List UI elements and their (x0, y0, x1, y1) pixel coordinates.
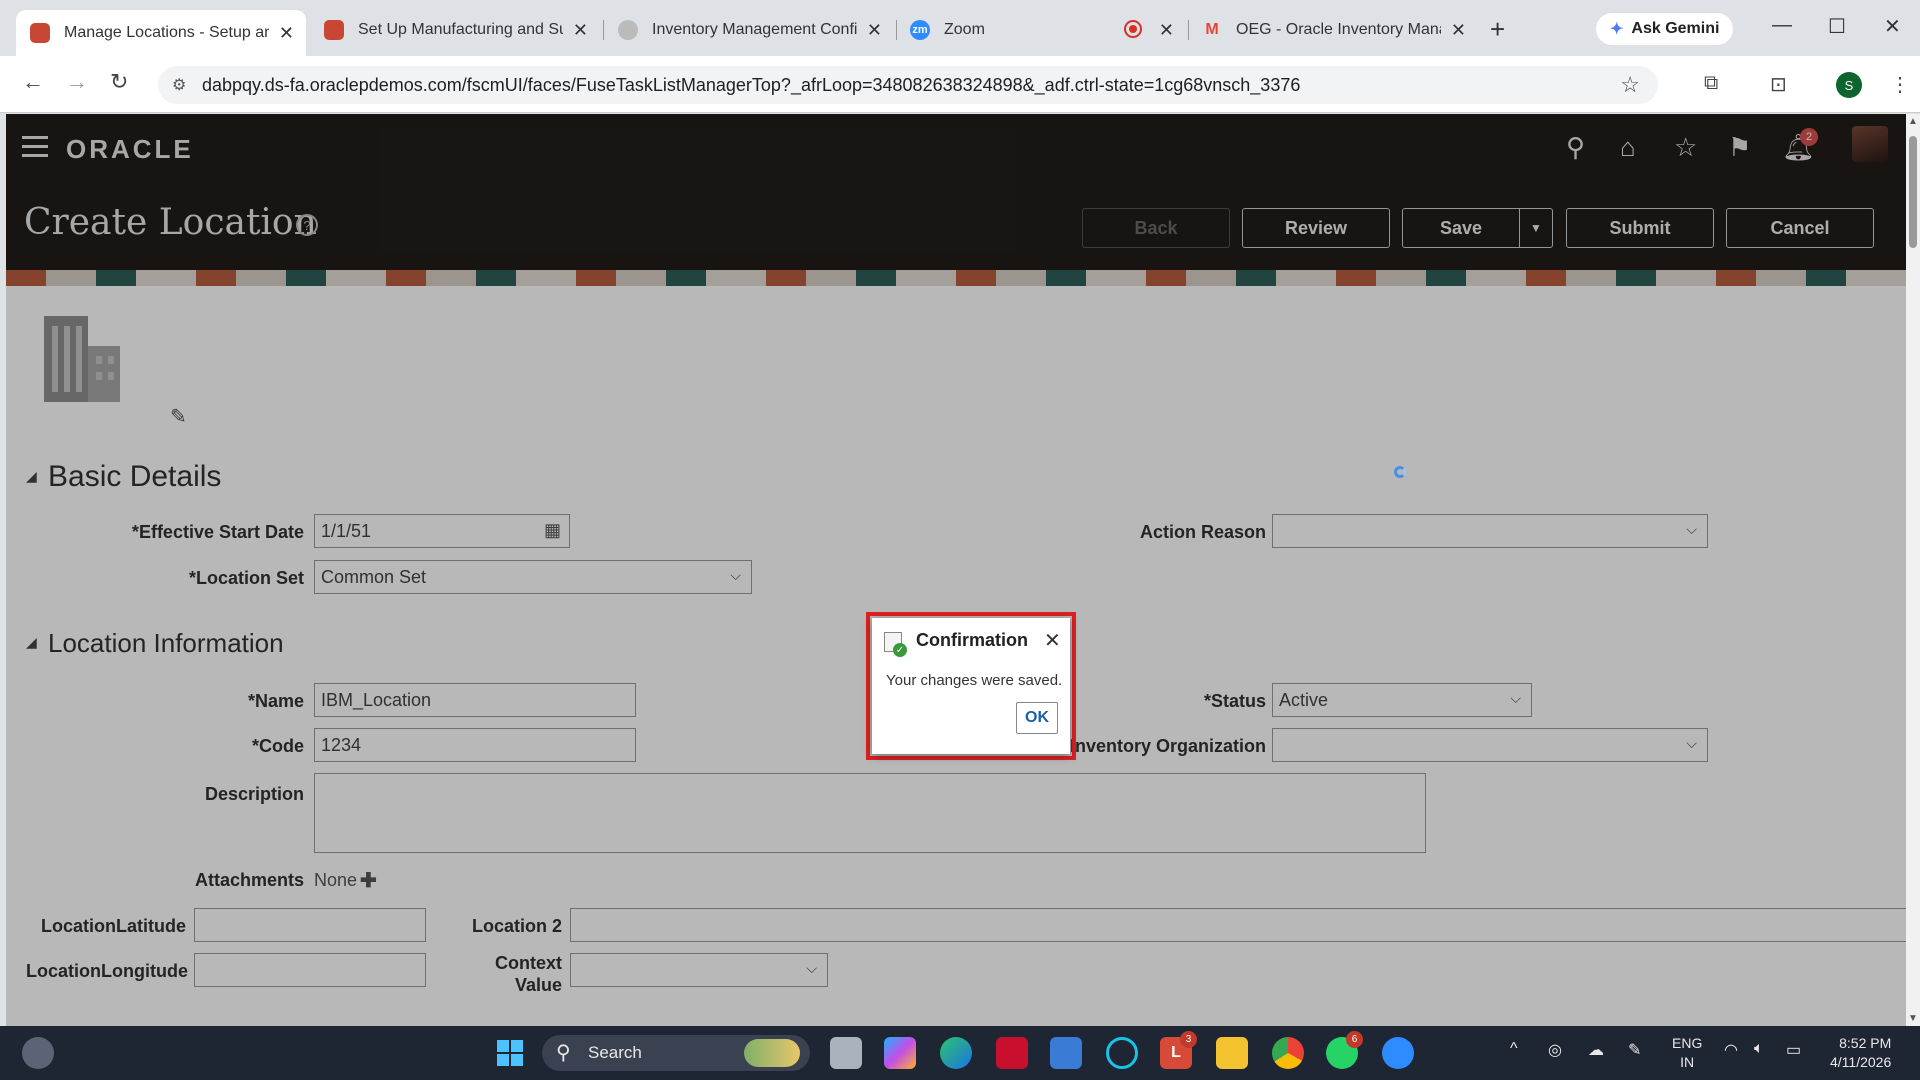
tab-title: Manage Locations - Setup and (64, 24, 269, 41)
close-tab-icon[interactable]: ✕ (867, 20, 882, 41)
taskbar-search-label: Search (588, 1043, 642, 1062)
search-highlight-image (744, 1039, 800, 1067)
task-view-icon[interactable] (830, 1037, 862, 1069)
clock-time: 8:52 PM (1839, 1035, 1892, 1051)
oracle-favicon-icon (30, 23, 50, 43)
clock-date: 4/11/2026 (1830, 1054, 1892, 1070)
site-info-icon[interactable]: ⚙ (172, 75, 186, 95)
tab-search-icon[interactable]: ⊡ (1770, 72, 1787, 97)
onedrive-icon[interactable]: ☁ (1588, 1040, 1604, 1060)
gemini-sparkle-icon: ✦ (1610, 21, 1624, 38)
edge-browser-icon[interactable] (940, 1037, 972, 1069)
tab-inventory-config[interactable]: Inventory Management Config ✕ (604, 10, 894, 50)
region-code: IN (1680, 1054, 1695, 1070)
taskbar-search-box[interactable]: ⚲ Search (542, 1035, 810, 1071)
language-indicator[interactable]: ENG IN (1672, 1034, 1702, 1072)
file-explorer-icon[interactable] (1216, 1037, 1248, 1069)
tab-title: Set Up Manufacturing and Sup (358, 21, 563, 38)
extensions-icon[interactable]: ⧉ (1704, 72, 1718, 95)
chrome-icon[interactable] (1272, 1037, 1304, 1069)
forward-arrow-icon[interactable]: → (66, 69, 88, 95)
loading-spinner-icon (1394, 466, 1406, 478)
tab-zoom[interactable]: zm Zoom ✕ (896, 10, 1186, 50)
tray-app-icon[interactable]: ◎ (1548, 1040, 1562, 1060)
tab-title: OEG - Oracle Inventory Manag (1236, 21, 1441, 38)
gmail-favicon-icon: M (1205, 21, 1219, 38)
whatsapp-badge: 6 (1346, 1031, 1363, 1048)
dialog-message: Your changes were saved. (886, 672, 1063, 689)
close-tab-icon[interactable]: ✕ (573, 20, 588, 41)
page-scrollbar[interactable]: ▲ ▼ (1906, 114, 1920, 1026)
more-menu-icon[interactable]: ⋮ (1890, 72, 1910, 97)
ok-button[interactable]: OK (1016, 702, 1058, 734)
back-arrow-icon[interactable]: ← (22, 69, 44, 95)
microsoft-store-icon[interactable] (1050, 1037, 1082, 1069)
oracle-app: ORACLE ⚲ ⌂ ☆ ⚑ 🔔︎ 2 Create Location ? Ba… (6, 114, 1906, 1026)
volume-icon[interactable]: 🔈︎ (1754, 1040, 1764, 1058)
copilot-icon[interactable] (884, 1037, 916, 1069)
recording-icon (1124, 20, 1142, 38)
reload-icon[interactable]: ↻ (110, 69, 128, 95)
browser-tab-strip: Manage Locations - Setup and ✕ Set Up Ma… (0, 0, 1920, 56)
zoom-app-icon[interactable] (1382, 1037, 1414, 1069)
pen-input-icon[interactable]: ✎ (1628, 1040, 1641, 1060)
profile-avatar[interactable]: S (1836, 72, 1862, 98)
tab-setup-manufacturing[interactable]: Set Up Manufacturing and Sup ✕ (310, 10, 600, 50)
modal-overlay (6, 114, 1906, 1026)
search-icon: ⚲ (556, 1042, 571, 1064)
scroll-up-arrow-icon[interactable]: ▲ (1908, 116, 1918, 127)
close-window-icon[interactable]: ✕ (1884, 14, 1901, 39)
document-check-icon: ✓ (884, 632, 907, 657)
tab-manage-locations[interactable]: Manage Locations - Setup and ✕ (16, 10, 306, 56)
close-tab-icon[interactable]: ✕ (1159, 20, 1174, 41)
close-tab-icon[interactable]: ✕ (1451, 20, 1466, 41)
new-tab-button[interactable]: + (1490, 14, 1505, 45)
minimize-icon[interactable]: — (1772, 14, 1792, 37)
oracle-favicon-icon (324, 20, 344, 40)
tab-oeg-oracle-inventory[interactable]: M OEG - Oracle Inventory Manag ✕ (1188, 10, 1478, 50)
scroll-thumb[interactable] (1909, 136, 1917, 248)
tab-title: Inventory Management Config (652, 21, 857, 38)
zoom-favicon-icon: zm (910, 20, 930, 40)
battery-icon[interactable]: ▭ (1786, 1040, 1801, 1060)
url-bar[interactable]: ⚙ dabpqy.ds-fa.oraclepdemos.com/fscmUI/f… (158, 66, 1658, 104)
windows-taskbar: ⚲ Search L 3 6 ^ ◎ ☁ ✎ ENG IN ◠ 🔈︎ ▭ 8:5… (0, 1026, 1920, 1080)
bookmark-star-icon[interactable]: ☆ (1620, 72, 1640, 98)
scroll-down-arrow-icon[interactable]: ▼ (1908, 1013, 1918, 1024)
globe-favicon-icon (618, 20, 638, 40)
close-icon[interactable]: ✕ (1044, 628, 1061, 653)
tab-title: Zoom (944, 21, 985, 38)
maximize-icon[interactable]: ☐ (1828, 14, 1846, 39)
url-text: dabpqy.ds-fa.oraclepdemos.com/fscmUI/fac… (202, 74, 1301, 95)
dialog-title: Confirmation (916, 630, 1028, 650)
windows-start-icon[interactable] (494, 1037, 526, 1069)
mcafee-icon[interactable] (996, 1037, 1028, 1069)
gemini-label: Ask Gemini (1631, 20, 1720, 37)
ask-gemini-button[interactable]: ✦ Ask Gemini (1596, 13, 1734, 45)
show-hidden-icons-chevron-icon[interactable]: ^ (1510, 1040, 1518, 1058)
confirmation-dialog: ✓ Confirmation ✕ Your changes were saved… (872, 618, 1070, 754)
system-clock[interactable]: 8:52 PM 4/11/2026 (1830, 1034, 1891, 1072)
language-code: ENG (1672, 1035, 1703, 1051)
lens-badge: 3 (1180, 1031, 1197, 1048)
weather-widget-icon[interactable] (22, 1037, 54, 1069)
close-tab-icon[interactable]: ✕ (279, 23, 294, 44)
address-bar-row: ← → ↻ ⚙ dabpqy.ds-fa.oraclepdemos.com/fs… (0, 56, 1920, 113)
cortana-ring-icon[interactable] (1106, 1037, 1138, 1069)
wifi-icon[interactable]: ◠ (1724, 1040, 1738, 1060)
